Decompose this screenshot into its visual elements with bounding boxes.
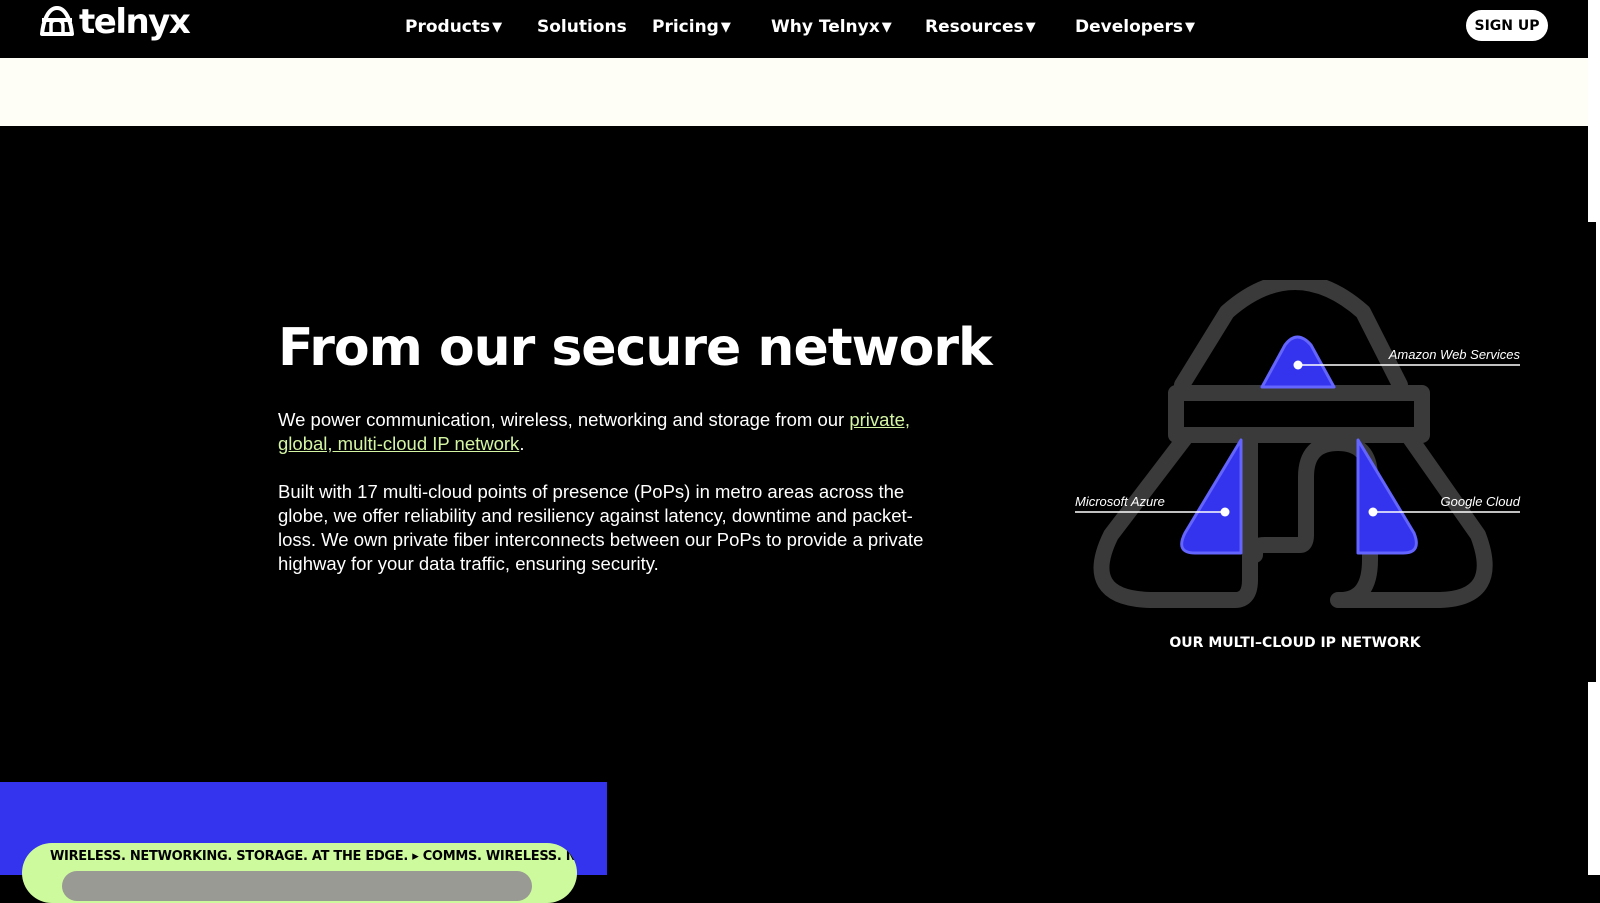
caret-down-icon: ▼ bbox=[720, 19, 731, 35]
telnyx-logo-icon bbox=[40, 6, 74, 36]
ticker-text: WIRELESS. NETWORKING. STORAGE. AT THE ED… bbox=[50, 849, 577, 864]
nav-item-label: Why Telnyx bbox=[771, 17, 880, 37]
azure-node bbox=[1180, 438, 1243, 555]
scrollbar-thumb[interactable] bbox=[1588, 222, 1596, 682]
nav-item-solutions[interactable]: Solutions bbox=[537, 17, 627, 37]
section-headline: From our secure network bbox=[278, 318, 993, 378]
nav-item-label: Developers bbox=[1075, 17, 1183, 37]
aws-label: Amazon Web Services bbox=[1388, 347, 1521, 362]
telnyx-logo[interactable]: telnyx bbox=[39, 2, 191, 42]
caret-down-icon: ▼ bbox=[1184, 19, 1195, 35]
multi-cloud-network-diagram: Amazon Web Services Microsoft Azure Goog… bbox=[1075, 280, 1521, 651]
gcp-node-dot bbox=[1368, 507, 1378, 517]
intro-text: We power communication, wireless, networ… bbox=[278, 409, 850, 430]
gcp-node bbox=[1356, 438, 1418, 555]
intro-period: . bbox=[519, 433, 525, 454]
network-outline bbox=[1093, 280, 1493, 608]
nav-item-pricing[interactable]: Pricing ▼ bbox=[652, 17, 731, 37]
azure-label: Microsoft Azure bbox=[1075, 494, 1165, 509]
sign-up-button[interactable]: SIGN UP bbox=[1466, 10, 1548, 41]
diagram-caption: OUR MULTI–CLOUD IP NETWORK bbox=[1169, 635, 1421, 651]
top-nav: telnyx Products ▼ Solutions Pricing ▼ Wh… bbox=[0, 0, 1588, 58]
nav-item-why-telnyx[interactable]: Why Telnyx ▼ bbox=[771, 17, 892, 37]
azure-node-dot bbox=[1220, 507, 1230, 517]
ticker-pill: WIRELESS. NETWORKING. STORAGE. AT THE ED… bbox=[22, 843, 577, 903]
nav-item-products[interactable]: Products ▼ bbox=[405, 17, 502, 37]
aws-node-dot bbox=[1293, 360, 1303, 370]
nav-item-resources[interactable]: Resources ▼ bbox=[925, 17, 1036, 37]
ticker-pill-image bbox=[62, 871, 532, 901]
nav-item-label: Resources bbox=[925, 17, 1024, 37]
intro-paragraph: We power communication, wireless, networ… bbox=[278, 408, 946, 456]
gcp-label: Google Cloud bbox=[1441, 494, 1521, 509]
nav-item-label: Products bbox=[405, 17, 491, 37]
nav-item-label: Pricing bbox=[652, 17, 719, 37]
caret-down-icon: ▼ bbox=[1025, 19, 1036, 35]
logo-text: telnyx bbox=[79, 2, 191, 42]
caret-down-icon: ▼ bbox=[492, 19, 503, 35]
nav-item-label: Solutions bbox=[537, 17, 627, 37]
pops-paragraph: Built with 17 multi-cloud points of pres… bbox=[278, 481, 924, 574]
caret-down-icon: ▼ bbox=[881, 19, 892, 35]
nav-item-developers[interactable]: Developers ▼ bbox=[1075, 17, 1195, 37]
cream-band bbox=[0, 58, 1588, 126]
